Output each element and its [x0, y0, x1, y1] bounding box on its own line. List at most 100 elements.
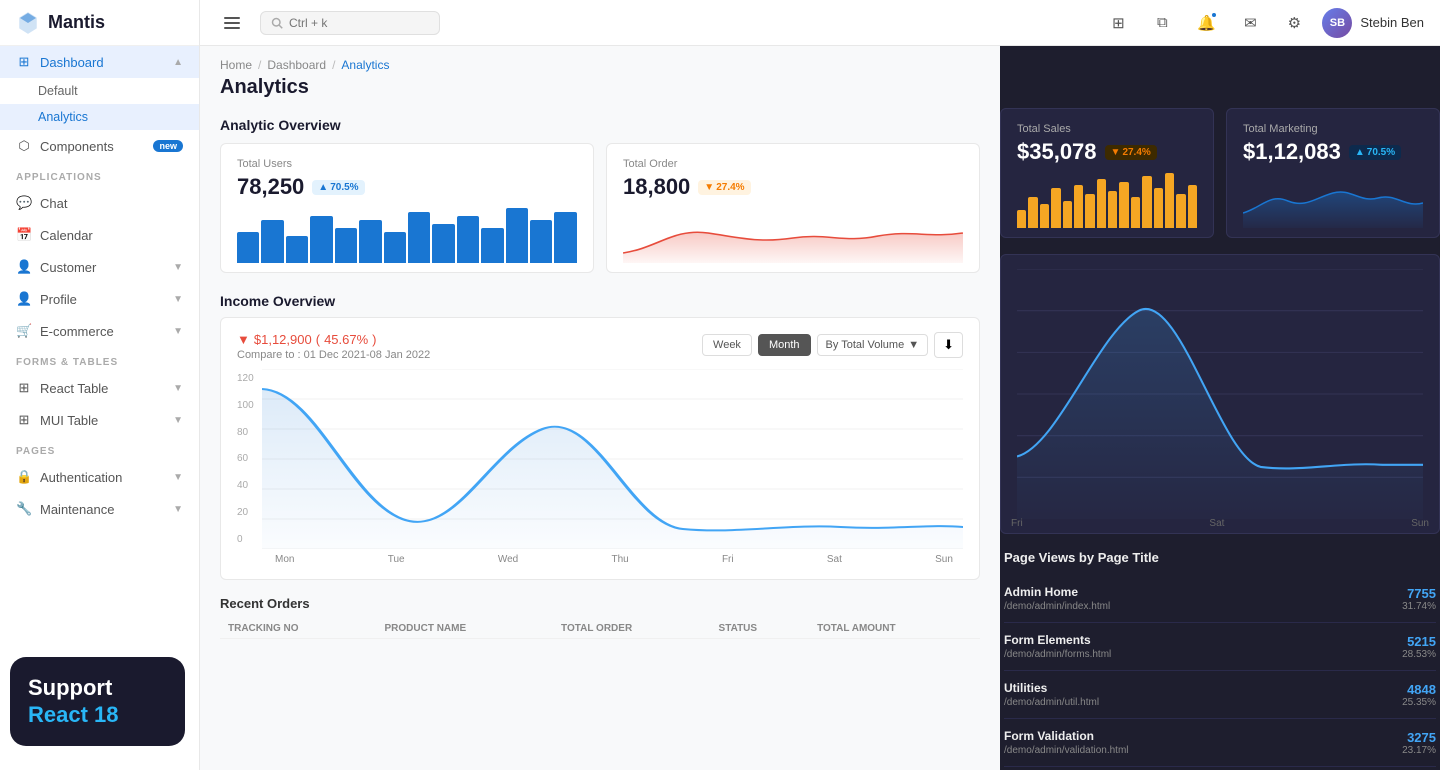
page-view-count: 3275: [1402, 730, 1436, 745]
user-info[interactable]: SB Stebin Ben: [1322, 8, 1424, 38]
sidebar-item-label: Profile: [40, 292, 77, 307]
search-box[interactable]: [260, 11, 440, 35]
chevron-down-icon: ▼: [173, 262, 183, 273]
topbar: ⊞ ⧉ 🔔 ✉ ⚙ SB Stebin Ben: [200, 0, 1440, 46]
sidebar-item-customer[interactable]: 👤 Customer ▼: [0, 251, 199, 283]
sidebar-item-default[interactable]: Default: [0, 78, 199, 104]
stat-card-sales: Total Sales $35,078 ▼ 27.4%: [1000, 108, 1214, 238]
sidebar-item-components[interactable]: ⬡ Components new: [0, 130, 199, 162]
income-header: ▼ $1,12,900 (45.67%) Compare to : 01 Dec…: [237, 332, 963, 361]
auth-icon: 🔒: [16, 469, 32, 485]
sidebar-item-analytics[interactable]: Analytics: [0, 104, 199, 130]
calendar-icon: 📅: [16, 227, 32, 243]
sidebar-item-label: Maintenance: [40, 502, 114, 517]
sidebar-item-react-table[interactable]: ⊞ React Table ▼: [0, 372, 199, 404]
page-view-percent: 25.35%: [1402, 697, 1436, 708]
customer-icon: 👤: [16, 259, 32, 275]
page-view-count: 4848: [1402, 682, 1436, 697]
page-view-stats: 5215 28.53%: [1402, 634, 1436, 660]
sidebar-item-label: Components: [40, 139, 114, 154]
page-view-count: 5215: [1402, 634, 1436, 649]
sidebar-item-mui-table[interactable]: ⊞ MUI Table ▼: [0, 404, 199, 436]
page-view-info: Form Elements /demo/admin/forms.html: [1004, 633, 1111, 660]
search-icon: [271, 17, 283, 29]
maintenance-icon: 🔧: [16, 501, 32, 517]
page-view-stats: 7755 31.74%: [1402, 586, 1436, 612]
sidebar-item-calendar[interactable]: 📅 Calendar: [0, 219, 199, 251]
page-views-title: Page Views by Page Title: [1004, 550, 1436, 565]
page-view-percent: 23.17%: [1402, 745, 1436, 756]
user-name: Stebin Ben: [1360, 15, 1424, 30]
income-controls: Week Month By Total Volume ▼ ⬇: [702, 332, 963, 358]
dark-panel: Total Sales $35,078 ▼ 27.4% Total Market…: [1000, 46, 1440, 770]
sidebar-logo[interactable]: Mantis: [0, 0, 199, 46]
search-input[interactable]: [289, 16, 409, 30]
sidebar-item-profile[interactable]: 👤 Profile ▼: [0, 283, 199, 315]
sidebar-sub-label: Analytics: [38, 110, 88, 124]
page-view-url: /demo/admin/validation.html: [1004, 745, 1129, 756]
income-overview-title: Income Overview: [200, 289, 1000, 317]
page-view-url: /demo/admin/forms.html: [1004, 649, 1111, 660]
section-forms: Forms & Tables: [0, 347, 199, 372]
sidebar-item-dashboard[interactable]: ⊞ Dashboard ▲: [0, 46, 199, 78]
main-content: Home / Dashboard / Analytics Analytics A…: [200, 46, 1440, 770]
sidebar-item-ecommerce[interactable]: 🛒 E-commerce ▼: [0, 315, 199, 347]
page-view-name: Form Validation: [1004, 729, 1129, 743]
sidebar-item-authentication[interactable]: 🔒 Authentication ▼: [0, 461, 199, 493]
sidebar-item-label: MUI Table: [40, 413, 98, 428]
area-chart-order: [623, 208, 963, 263]
sidebar-item-label: Chat: [40, 196, 67, 211]
chevron-down-icon: ▼: [173, 326, 183, 337]
page-view-name: Utilities: [1004, 681, 1099, 695]
volume-select[interactable]: By Total Volume ▼: [817, 334, 929, 356]
col-product: PRODUCT NAME: [376, 619, 553, 639]
page-view-percent: 31.74%: [1402, 601, 1436, 612]
screen-icon-button[interactable]: ⧉: [1146, 7, 1178, 39]
support-react: React 18: [28, 702, 167, 728]
profile-icon: 👤: [16, 291, 32, 307]
page-view-item: Utilities /demo/admin/util.html 4848 25.…: [1004, 671, 1436, 719]
sidebar-item-chat[interactable]: 💬 Chat: [0, 187, 199, 219]
page-view-item: Form Validation /demo/admin/validation.h…: [1004, 719, 1436, 767]
week-button[interactable]: Week: [702, 334, 752, 356]
page-view-item: Admin Home /demo/admin/index.html 7755 3…: [1004, 575, 1436, 623]
table-icon: ⊞: [16, 412, 32, 428]
breadcrumb-dashboard[interactable]: Dashboard: [267, 58, 326, 72]
stat-badge: ▲ 70.5%: [312, 180, 364, 195]
page-view-url: /demo/admin/util.html: [1004, 697, 1099, 708]
stat-label: Total Users: [237, 158, 577, 170]
stat-value: $35,078 ▼ 27.4%: [1017, 139, 1197, 165]
table-icon: ⊞: [16, 380, 32, 396]
mantis-logo-icon: [16, 11, 40, 35]
settings-button[interactable]: ⚙: [1278, 7, 1310, 39]
grid-icon-button[interactable]: ⊞: [1102, 7, 1134, 39]
menu-toggle-button[interactable]: [216, 7, 248, 39]
orders-table: TRACKING NO PRODUCT NAME TOTAL ORDER STA…: [220, 619, 980, 639]
page-view-count: 7755: [1402, 586, 1436, 601]
x-axis-labels: Mon Tue Wed Thu Fri Sat Sun: [265, 554, 963, 565]
breadcrumb-current: Analytics: [341, 58, 389, 72]
month-button[interactable]: Month: [758, 334, 811, 356]
chevron-down-icon: ▼: [173, 294, 183, 305]
dashboard-icon: ⊞: [16, 54, 32, 70]
page-view-stats: 3275 23.17%: [1402, 730, 1436, 756]
sidebar-item-label: E-commerce: [40, 324, 114, 339]
col-tracking: TRACKING NO: [220, 619, 376, 639]
notification-button[interactable]: 🔔: [1190, 7, 1222, 39]
topbar-right: ⊞ ⧉ 🔔 ✉ ⚙ SB Stebin Ben: [1102, 7, 1424, 39]
topbar-left: [216, 7, 440, 39]
support-toast[interactable]: Support React 18: [10, 657, 185, 746]
breadcrumb-home[interactable]: Home: [220, 58, 252, 72]
income-dark-chart: Fri Sat Sun: [1000, 254, 1440, 534]
stat-card-order: Total Order 18,800 ▼ 27.4%: [606, 143, 980, 273]
page-view-url: /demo/admin/index.html: [1004, 601, 1110, 612]
stat-card-marketing: Total Marketing $1,12,083 ▲ 70.5%: [1226, 108, 1440, 238]
download-button[interactable]: ⬇: [934, 332, 963, 358]
col-total-amount: TOTAL AMOUNT: [809, 619, 980, 639]
mail-button[interactable]: ✉: [1234, 7, 1266, 39]
sidebar-item-maintenance[interactable]: 🔧 Maintenance ▼: [0, 493, 199, 525]
sidebar-item-label: Dashboard: [40, 55, 104, 70]
dark-chart-x-labels: Fri Sat Sun: [1001, 518, 1439, 529]
income-value: ▼ $1,12,900 (45.67%): [237, 332, 430, 347]
page-view-info: Admin Home /demo/admin/index.html: [1004, 585, 1110, 612]
